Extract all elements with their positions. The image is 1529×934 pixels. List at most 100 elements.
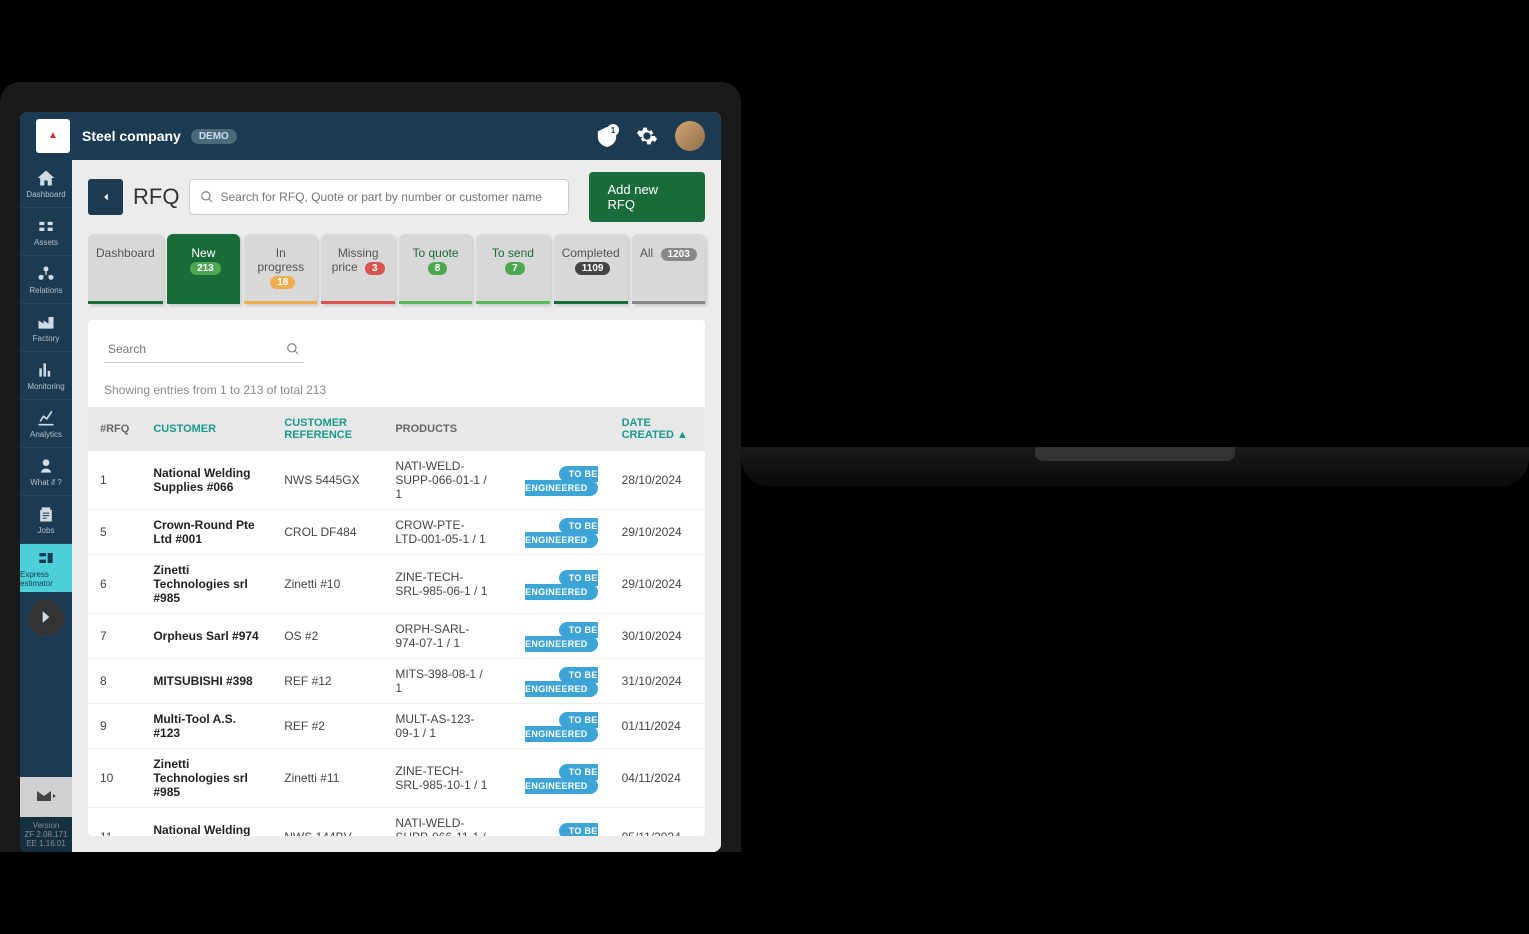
cell-date: 29/10/2024: [610, 510, 705, 555]
tab-to-send[interactable]: To send 7: [476, 234, 549, 304]
search-input[interactable]: [220, 190, 558, 204]
tab-count: 3: [365, 262, 385, 275]
sidebar-label: Assets: [34, 238, 58, 247]
cell-date: 01/11/2024: [610, 704, 705, 749]
sidebar-label: Dashboard: [26, 190, 65, 199]
table-row[interactable]: 1National Welding Supplies #066NWS 5445G…: [88, 451, 705, 510]
back-button[interactable]: [88, 179, 123, 215]
entries-info: Showing entries from 1 to 213 of total 2…: [88, 379, 705, 407]
analytics-icon: [36, 408, 56, 428]
table-search-input[interactable]: [104, 336, 304, 363]
topbar: ▲ Steel company DEMO 1: [20, 112, 721, 160]
tab-missing-price[interactable]: Missing price 3: [321, 234, 394, 304]
content-card: Showing entries from 1 to 213 of total 2…: [88, 320, 705, 836]
status-badge: TO BE ENGINEERED: [525, 622, 598, 652]
cell-reference: Zinetti #10: [272, 555, 383, 614]
sidebar-label: Monitoring: [27, 382, 64, 391]
tabs: Dashboard New 213 In progress 18 Missing…: [72, 234, 721, 304]
cell-product: MITS-398-08-1 / 1: [383, 659, 501, 704]
cell-customer: National Welding Supplies #066: [141, 451, 272, 510]
sidebar: Dashboard Assets Relations Factory Monit…: [20, 160, 72, 852]
col-reference[interactable]: CUSTOMER REFERENCE: [272, 407, 383, 451]
cell-product: NATI-WELD-SUPP-066-11-1 / 1: [383, 808, 501, 837]
version-ee: EE 1.16.01: [20, 839, 72, 848]
demo-badge: DEMO: [191, 129, 237, 144]
monitoring-icon: [36, 360, 56, 380]
cell-rfq: 1: [88, 451, 141, 510]
table-row[interactable]: 9Multi-Tool A.S. #123REF #2MULT-AS-123-0…: [88, 704, 705, 749]
tab-count: 8: [428, 262, 448, 275]
col-rfq[interactable]: #RFQ: [88, 407, 141, 451]
sidebar-version: Version ZF 2.08.171 EE 1.16.01: [20, 817, 72, 852]
cell-reference: REF #2: [272, 704, 383, 749]
cell-date: 05/11/2024: [610, 808, 705, 837]
sidebar-item-assets[interactable]: Assets: [20, 208, 72, 256]
sidebar-item-whatif[interactable]: What if ?: [20, 448, 72, 496]
sidebar-item-relations[interactable]: Relations: [20, 256, 72, 304]
col-date[interactable]: DATE CREATED ▲: [610, 407, 705, 451]
sidebar-label: Factory: [33, 334, 60, 343]
sidebar-collapse[interactable]: [28, 600, 64, 636]
sidebar-item-dashboard[interactable]: Dashboard: [20, 160, 72, 208]
cell-date: 30/10/2024: [610, 614, 705, 659]
cell-rfq: 6: [88, 555, 141, 614]
sidebar-item-jobs[interactable]: Jobs: [20, 496, 72, 544]
cell-customer: Zinetti Technologies srl #985: [141, 749, 272, 808]
cell-customer: Orpheus Sarl #974: [141, 614, 272, 659]
cell-reference: OS #2: [272, 614, 383, 659]
tab-label: To quote: [413, 246, 459, 260]
tab-completed[interactable]: Completed 1109: [554, 234, 628, 304]
table-row[interactable]: 8MITSUBISHI #398REF #12MITS-398-08-1 / 1…: [88, 659, 705, 704]
cell-rfq: 9: [88, 704, 141, 749]
notifications-icon[interactable]: 1: [593, 122, 621, 150]
cell-product: ZINE-TECH-SRL-985-10-1 / 1: [383, 749, 501, 808]
cell-date: 31/10/2024: [610, 659, 705, 704]
whatif-icon: [36, 456, 56, 476]
sidebar-item-monitoring[interactable]: Monitoring: [20, 352, 72, 400]
tab-label: All: [640, 246, 653, 260]
cell-rfq: 10: [88, 749, 141, 808]
col-customer[interactable]: CUSTOMER: [141, 407, 272, 451]
sidebar-item-factory[interactable]: Factory: [20, 304, 72, 352]
sidebar-item-express-estimator[interactable]: Express estimator: [20, 544, 72, 592]
table-row[interactable]: 6Zinetti Technologies srl #985Zinetti #1…: [88, 555, 705, 614]
tab-dashboard[interactable]: Dashboard: [88, 234, 163, 304]
tab-new[interactable]: New 213: [167, 234, 240, 304]
tab-count: 7: [505, 262, 525, 275]
table-row[interactable]: 11National Welding Supplies #066NWS 144B…: [88, 808, 705, 837]
mail-send-icon: [34, 785, 58, 809]
version-label: Version: [20, 821, 72, 830]
tab-count: 1203: [661, 248, 697, 261]
col-products[interactable]: PRODUCTS: [383, 407, 501, 451]
tab-label: Completed: [562, 246, 620, 260]
cell-product: CROW-PTE-LTD-001-05-1 / 1: [383, 510, 501, 555]
tab-in-progress[interactable]: In progress 18: [244, 234, 317, 304]
cell-customer: Zinetti Technologies srl #985: [141, 555, 272, 614]
cell-reference: Zinetti #11: [272, 749, 383, 808]
table-row[interactable]: 10Zinetti Technologies srl #985Zinetti #…: [88, 749, 705, 808]
cell-reference: NWS 5445GX: [272, 451, 383, 510]
search-icon: [200, 190, 214, 204]
rfq-table: #RFQ CUSTOMER CUSTOMER REFERENCE PRODUCT…: [88, 407, 705, 836]
user-avatar[interactable]: [675, 121, 705, 151]
tab-all[interactable]: All 1203: [632, 234, 705, 304]
add-rfq-button[interactable]: Add new RFQ: [589, 172, 704, 222]
tab-count: 213: [190, 262, 221, 275]
status-badge: TO BE ENGINEERED: [525, 667, 598, 697]
sidebar-label: What if ?: [30, 478, 62, 487]
status-badge: TO BE ENGINEERED: [525, 764, 598, 794]
settings-icon[interactable]: [633, 122, 661, 150]
cell-reference: REF #12: [272, 659, 383, 704]
sidebar-mail[interactable]: [20, 777, 72, 817]
company-logo: ▲: [36, 119, 70, 153]
main-search[interactable]: [189, 179, 569, 215]
notification-count: 1: [607, 124, 619, 136]
version-zf: ZF 2.08.171: [20, 830, 72, 839]
table-row[interactable]: 5Crown-Round Pte Ltd #001CROL DF484CROW-…: [88, 510, 705, 555]
table-row[interactable]: 7Orpheus Sarl #974OS #2ORPH-SARL-974-07-…: [88, 614, 705, 659]
tab-to-quote[interactable]: To quote 8: [399, 234, 472, 304]
tab-label: New: [191, 246, 215, 260]
tab-label: To send: [492, 246, 534, 260]
tab-count: 1109: [575, 262, 611, 275]
sidebar-item-analytics[interactable]: Analytics: [20, 400, 72, 448]
